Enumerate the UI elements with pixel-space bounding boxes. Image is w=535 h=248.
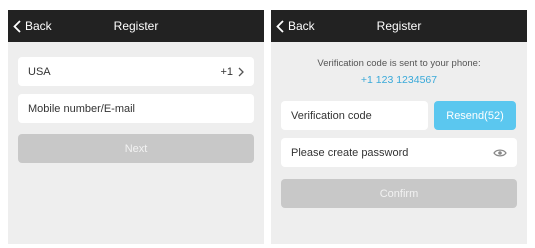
contact-input[interactable]: Mobile number/E-mail — [18, 94, 254, 123]
page-title: Register — [113, 19, 159, 33]
password-placeholder: Please create password — [291, 146, 409, 159]
resend-button[interactable]: Resend(52) — [434, 101, 516, 130]
register-screen-step-2: Back Register Verification code is sent … — [271, 10, 527, 244]
password-input[interactable]: Please create password — [281, 138, 517, 167]
country-code: +1 — [220, 65, 233, 78]
register-screen-step-1: Back Register USA +1 Mobile number/E-mai… — [8, 10, 264, 244]
code-placeholder: Verification code — [291, 109, 372, 122]
page-title: Register — [376, 19, 422, 33]
confirm-button[interactable]: Confirm — [281, 179, 517, 208]
phone-number: +1 123 1234567 — [360, 74, 438, 86]
verification-code-input[interactable]: Verification code — [281, 101, 428, 130]
nav-bar: Back Register — [271, 10, 527, 42]
country-name: USA — [28, 65, 51, 78]
contact-placeholder: Mobile number/E-mail — [28, 102, 135, 115]
verification-info-text: Verification code is sent to your phone: — [317, 58, 481, 69]
next-button[interactable]: Next — [18, 134, 254, 163]
chevron-right-icon — [238, 67, 244, 76]
eye-icon[interactable] — [493, 148, 507, 158]
country-selector[interactable]: USA +1 — [18, 57, 254, 86]
nav-bar: Back Register — [8, 10, 264, 42]
